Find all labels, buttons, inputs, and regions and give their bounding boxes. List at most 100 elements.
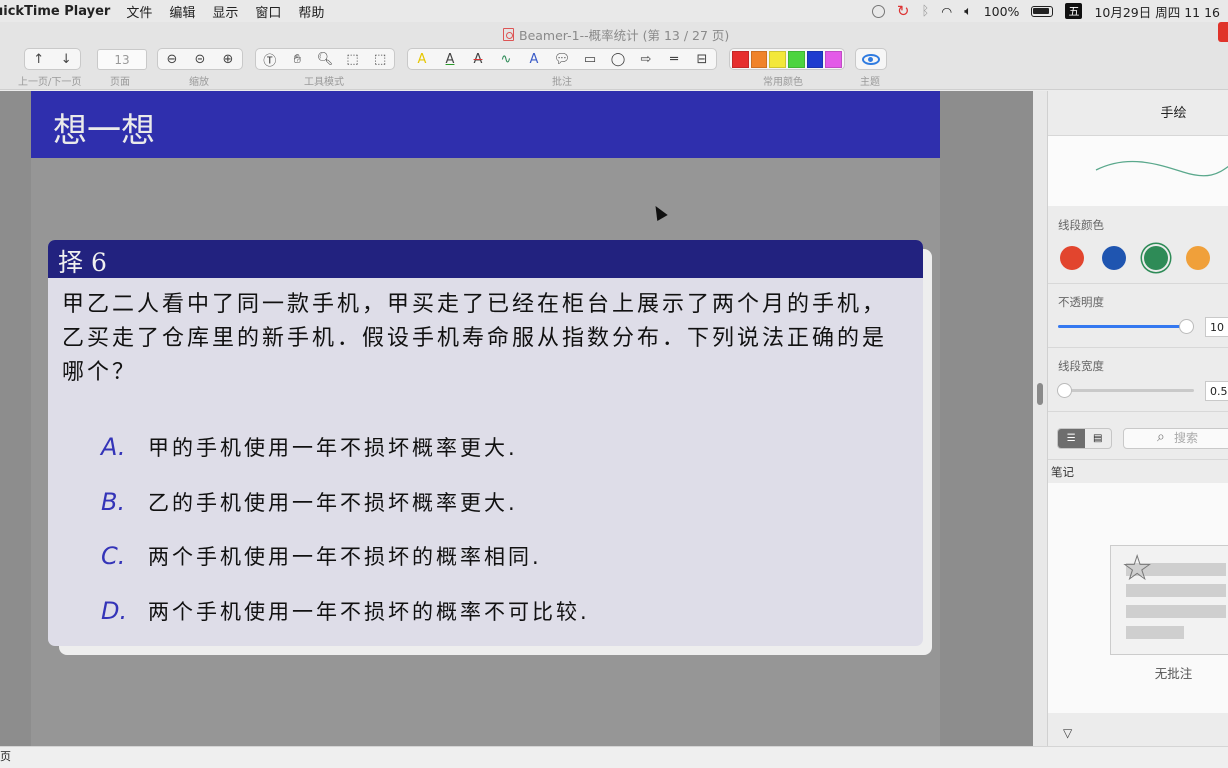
- option-b: B. 乙的手机使用一年不损坏概率更大.: [48, 475, 923, 530]
- tool-mode-group: Ⓣ ✋︎ 🔍︎ ⬚ ⬚: [255, 48, 395, 70]
- color-swatch-magenta[interactable]: [825, 50, 843, 68]
- option-d: D. 两个手机使用一年不损坏的概率不可比较.: [48, 584, 923, 639]
- placeholder-line: [1126, 605, 1226, 618]
- snapshot-icon[interactable]: ⬚: [366, 49, 394, 69]
- highlight-icon[interactable]: A: [408, 49, 436, 69]
- nav-group: ↑ ↓: [24, 48, 81, 70]
- placeholder-line: [1126, 626, 1184, 639]
- page-number-field[interactable]: 13: [97, 49, 147, 70]
- theme-button[interactable]: [855, 48, 887, 70]
- window-title-text: Beamer-1--概率统计 (第 13 / 27 页): [519, 28, 730, 43]
- line-color-green[interactable]: [1144, 246, 1168, 270]
- option-key: D.: [101, 596, 128, 625]
- zoom-group: ⊖ ⊝ ⊕: [157, 48, 243, 70]
- menu-window[interactable]: 窗口: [255, 2, 281, 21]
- opacity-slider[interactable]: [1058, 325, 1188, 328]
- divider: [1048, 283, 1228, 284]
- star-icon: ☆: [1121, 548, 1154, 589]
- toolbar: ↑ ↓ 上一页/下一页 13 页面 ⊖ ⊝ ⊕ 缩放 Ⓣ ✋︎ 🔍︎ ⬚ ⬚ 工…: [0, 44, 1228, 90]
- sync-icon[interactable]: ↻: [897, 2, 910, 20]
- width-slider[interactable]: [1058, 389, 1194, 392]
- freehand-icon[interactable]: ∿: [492, 49, 520, 69]
- option-c: C. 两个手机使用一年不损坏的概率相同.: [48, 529, 923, 584]
- slide-page[interactable]: 想一想 择 6 甲乙二人看中了同一款手机，甲买走了已经在柜台上展示了两个月的手机…: [31, 91, 940, 746]
- line-color-red[interactable]: [1060, 246, 1084, 270]
- colors-label: 常用颜色: [763, 77, 803, 88]
- width-knob[interactable]: [1057, 383, 1072, 398]
- nav-label: 上一页/下一页: [18, 77, 82, 88]
- line-color-orange[interactable]: [1186, 246, 1210, 270]
- menu-view[interactable]: 显示: [212, 2, 238, 21]
- ellipse-icon[interactable]: ◯: [604, 49, 632, 69]
- signature-icon[interactable]: A: [520, 49, 548, 69]
- opacity-field[interactable]: 10: [1205, 317, 1228, 337]
- empty-notes-text: 无批注: [1154, 666, 1193, 681]
- scrollbar-thumb[interactable]: [1037, 383, 1043, 405]
- slide-title: 想一想: [53, 111, 155, 151]
- marquee-icon[interactable]: ⬚: [339, 49, 367, 69]
- zoom-fit-icon[interactable]: ⊝: [186, 49, 214, 69]
- grid-view-icon[interactable]: ▤: [1085, 429, 1112, 448]
- battery-percent: 100%: [983, 3, 1020, 19]
- battery-icon[interactable]: [1031, 5, 1054, 17]
- clock[interactable]: 10月29日 周四 11 16: [1094, 2, 1220, 21]
- arrow-icon[interactable]: ⇨: [632, 49, 660, 69]
- option-key: C.: [101, 542, 126, 571]
- option-key: A.: [101, 433, 126, 462]
- notes-label: 笔记: [1051, 465, 1074, 479]
- notes-list: ☆ 无批注: [1048, 483, 1228, 713]
- menu-file[interactable]: 文件: [126, 2, 152, 21]
- link-icon[interactable]: ⊟: [688, 49, 716, 69]
- color-swatch-blue[interactable]: [806, 50, 824, 68]
- option-text: 两个手机使用一年不损坏的概率相同.: [148, 545, 542, 570]
- magnifier-icon[interactable]: 🔍︎: [311, 49, 339, 69]
- tool-mode-label: 工具模式: [304, 77, 344, 88]
- red-badge[interactable]: [1218, 22, 1228, 42]
- zoom-in-icon[interactable]: ⊕: [214, 49, 242, 69]
- list-view-icon[interactable]: ☰: [1058, 429, 1085, 448]
- empty-notes-illustration: ☆: [1110, 545, 1228, 655]
- theme-label: 主题: [860, 77, 880, 88]
- option-text: 两个手机使用一年不损坏的概率不可比较.: [148, 599, 590, 624]
- question-text: 甲乙二人看中了同一款手机，甲买走了已经在柜台上展示了两个月的手机，乙买走了仓库里…: [62, 292, 888, 385]
- record-icon[interactable]: [871, 4, 885, 18]
- prev-page-button[interactable]: ↑: [25, 49, 53, 69]
- filter-icon[interactable]: ▽: [1063, 726, 1072, 740]
- wifi-icon[interactable]: ◠: [941, 4, 952, 19]
- next-page-button[interactable]: ↓: [53, 49, 81, 69]
- color-swatch-red[interactable]: [732, 50, 749, 68]
- zoom-out-icon[interactable]: ⊖: [158, 49, 186, 69]
- menu-edit[interactable]: 编辑: [169, 2, 195, 21]
- document-area[interactable]: 想一想 择 6 甲乙二人看中了同一款手机，甲买走了已经在柜台上展示了两个月的手机…: [0, 91, 1033, 746]
- app-menu[interactable]: uickTime Player: [0, 4, 110, 19]
- input-method-icon[interactable]: 五: [1065, 3, 1083, 19]
- color-group: [729, 48, 845, 70]
- menu-bar: uickTime Player 文件 编辑 显示 窗口 帮助 ↻ ᛒ ◠ 🔈︎ …: [0, 0, 1228, 22]
- hand-icon[interactable]: ✋︎: [284, 49, 312, 69]
- sidebar: 手绘 线段颜色 不透明度 10 线段宽度 0.5 ☰ ▤ 搜索 笔记 ☆ 无批注…: [1047, 91, 1228, 746]
- color-swatch-orange[interactable]: [750, 50, 768, 68]
- comment-icon[interactable]: 💬︎: [548, 49, 576, 69]
- color-swatch-yellow[interactable]: [769, 50, 787, 68]
- volume-icon[interactable]: 🔈︎: [964, 3, 972, 19]
- block-title: 择 6: [48, 240, 923, 278]
- title-bar: Beamer-1--概率统计 (第 13 / 27 页): [0, 22, 1228, 44]
- menu-help[interactable]: 帮助: [298, 2, 324, 21]
- status-bar: 页: [0, 746, 1228, 768]
- underline-icon[interactable]: A: [436, 49, 464, 69]
- scrollbar-track[interactable]: [1033, 91, 1047, 746]
- strikethrough-icon[interactable]: A: [464, 49, 492, 69]
- width-field[interactable]: 0.5: [1205, 381, 1228, 401]
- bluetooth-icon[interactable]: ᛒ: [921, 4, 929, 19]
- rectangle-icon[interactable]: ▭: [576, 49, 604, 69]
- notes-search-input[interactable]: 搜索: [1123, 428, 1228, 449]
- line-icon[interactable]: ═: [660, 49, 688, 69]
- page-label: 页面: [110, 77, 130, 88]
- opacity-knob[interactable]: [1179, 319, 1194, 334]
- width-label: 线段宽度: [1058, 359, 1104, 373]
- text-select-icon[interactable]: Ⓣ: [256, 49, 284, 69]
- option-a: A. 甲的手机使用一年不损坏概率更大.: [48, 420, 923, 475]
- divider: [1048, 411, 1228, 412]
- color-swatch-green[interactable]: [788, 50, 805, 68]
- line-color-blue[interactable]: [1102, 246, 1126, 270]
